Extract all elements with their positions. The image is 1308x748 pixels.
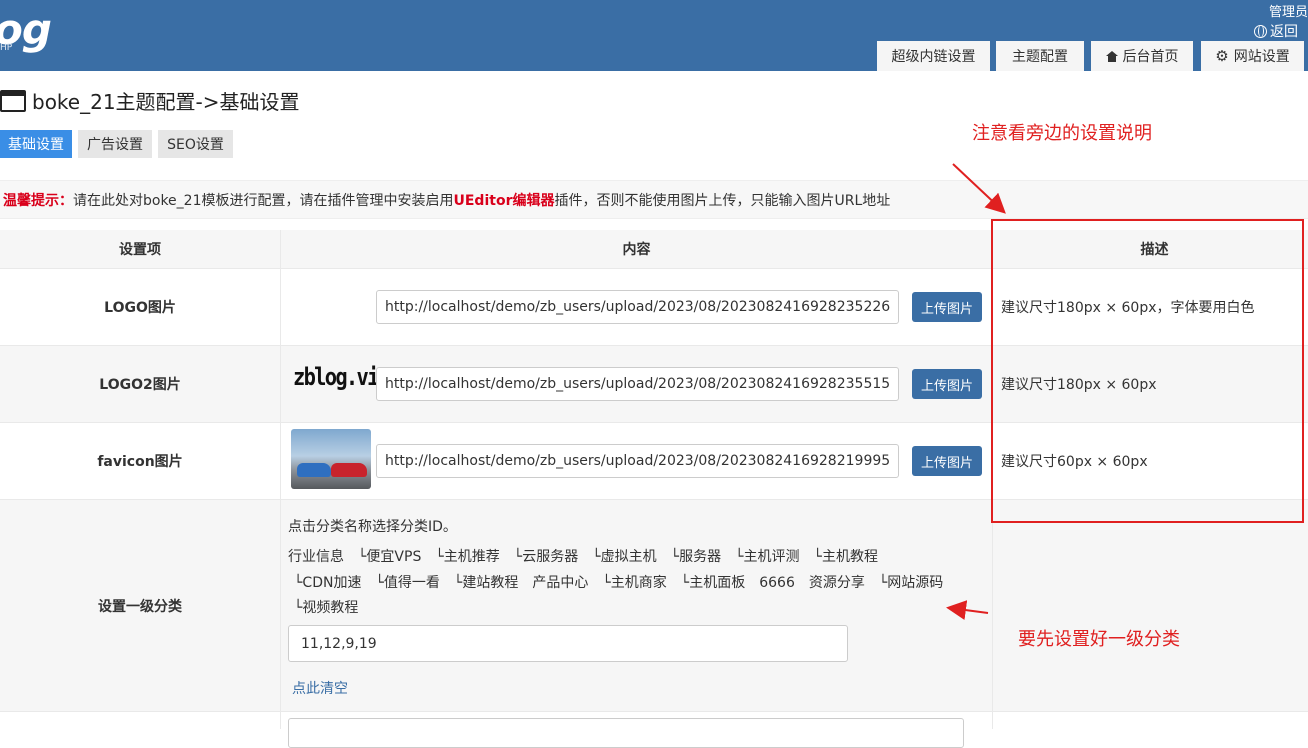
annotation-arrow-top <box>952 163 1006 214</box>
annotation-arrows <box>946 163 1006 621</box>
annotation-arrow-bottom <box>946 600 989 621</box>
